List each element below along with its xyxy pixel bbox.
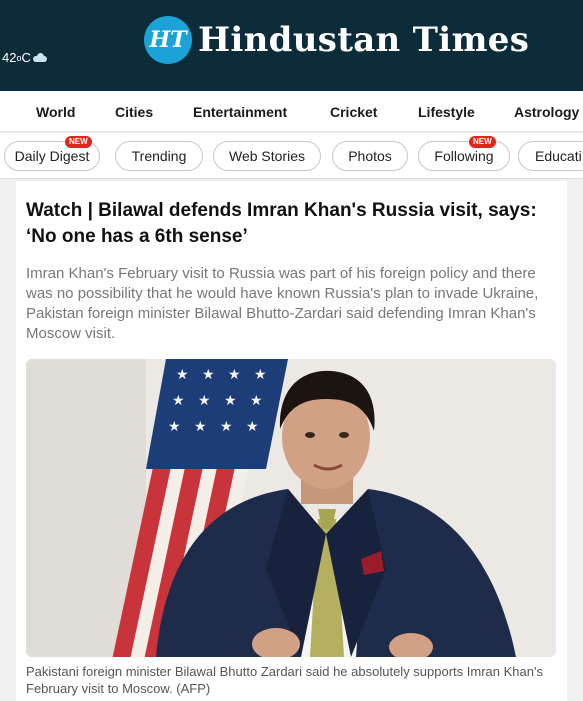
logo-badge: HT bbox=[144, 16, 192, 64]
svg-text:★: ★ bbox=[172, 393, 185, 409]
nav-item-lifestyle[interactable]: Lifestyle bbox=[418, 104, 475, 120]
main-nav: World Cities Entertainment Cricket Lifes… bbox=[0, 91, 583, 132]
chip-education[interactable]: Educati bbox=[518, 141, 583, 171]
svg-text:★: ★ bbox=[202, 367, 215, 383]
svg-text:★: ★ bbox=[220, 419, 233, 435]
article-summary: Imran Khan's February visit to Russia wa… bbox=[26, 265, 539, 342]
weather-widget[interactable]: 42 o C bbox=[2, 50, 47, 65]
new-badge: NEW bbox=[469, 136, 496, 148]
chip-label: Web Stories bbox=[229, 148, 305, 164]
svg-text:★: ★ bbox=[194, 419, 207, 435]
svg-text:★: ★ bbox=[198, 393, 211, 409]
nav-item-astrology[interactable]: Astrology bbox=[514, 104, 579, 120]
photo-caption: Pakistani foreign minister Bilawal Bhutt… bbox=[26, 664, 543, 696]
photo-illustration: ★ ★ ★ ★ ★ ★ ★ ★ ★ ★ ★ ★ bbox=[26, 359, 556, 657]
article-headline[interactable]: Watch | Bilawal defends Imran Khan's Rus… bbox=[26, 198, 556, 250]
chip-photos[interactable]: Photos bbox=[332, 141, 408, 171]
new-badge: NEW bbox=[65, 136, 92, 148]
site-logo[interactable]: HT Hindustan Times bbox=[144, 16, 529, 64]
chip-label: Trending bbox=[131, 148, 187, 164]
quick-links-bar: Daily Digest NEW Trending Web Stories Ph… bbox=[0, 133, 583, 179]
nav-item-cities[interactable]: Cities bbox=[115, 104, 153, 120]
nav-item-cricket[interactable]: Cricket bbox=[330, 104, 377, 120]
chip-web-stories[interactable]: Web Stories bbox=[213, 141, 321, 171]
temperature-value: 42 bbox=[2, 50, 17, 65]
article-photo[interactable]: ★ ★ ★ ★ ★ ★ ★ ★ ★ ★ ★ ★ bbox=[26, 359, 556, 657]
svg-text:★: ★ bbox=[228, 367, 241, 383]
svg-text:★: ★ bbox=[176, 367, 189, 383]
chip-daily-digest[interactable]: Daily Digest NEW bbox=[4, 136, 100, 171]
svg-text:★: ★ bbox=[224, 393, 237, 409]
chip-label: Educati bbox=[535, 148, 582, 164]
nav-item-world[interactable]: World bbox=[36, 104, 75, 120]
cloud-sun-icon bbox=[32, 52, 47, 62]
chip-trending[interactable]: Trending bbox=[115, 141, 203, 171]
chip-following[interactable]: Following NEW bbox=[418, 136, 510, 171]
chip-label: Daily Digest bbox=[14, 148, 90, 164]
svg-text:★: ★ bbox=[168, 419, 181, 435]
site-header: 42 o C HT Hindustan Times bbox=[0, 0, 583, 91]
svg-text:★: ★ bbox=[250, 393, 263, 409]
chip-label: Following bbox=[434, 148, 494, 164]
svg-text:★: ★ bbox=[246, 419, 259, 435]
temperature-unit: C bbox=[21, 50, 31, 65]
nav-item-entertainment[interactable]: Entertainment bbox=[193, 104, 287, 120]
svg-text:★: ★ bbox=[254, 367, 267, 383]
chip-label: Photos bbox=[348, 148, 392, 164]
logo-wordmark: Hindustan Times bbox=[198, 20, 530, 60]
